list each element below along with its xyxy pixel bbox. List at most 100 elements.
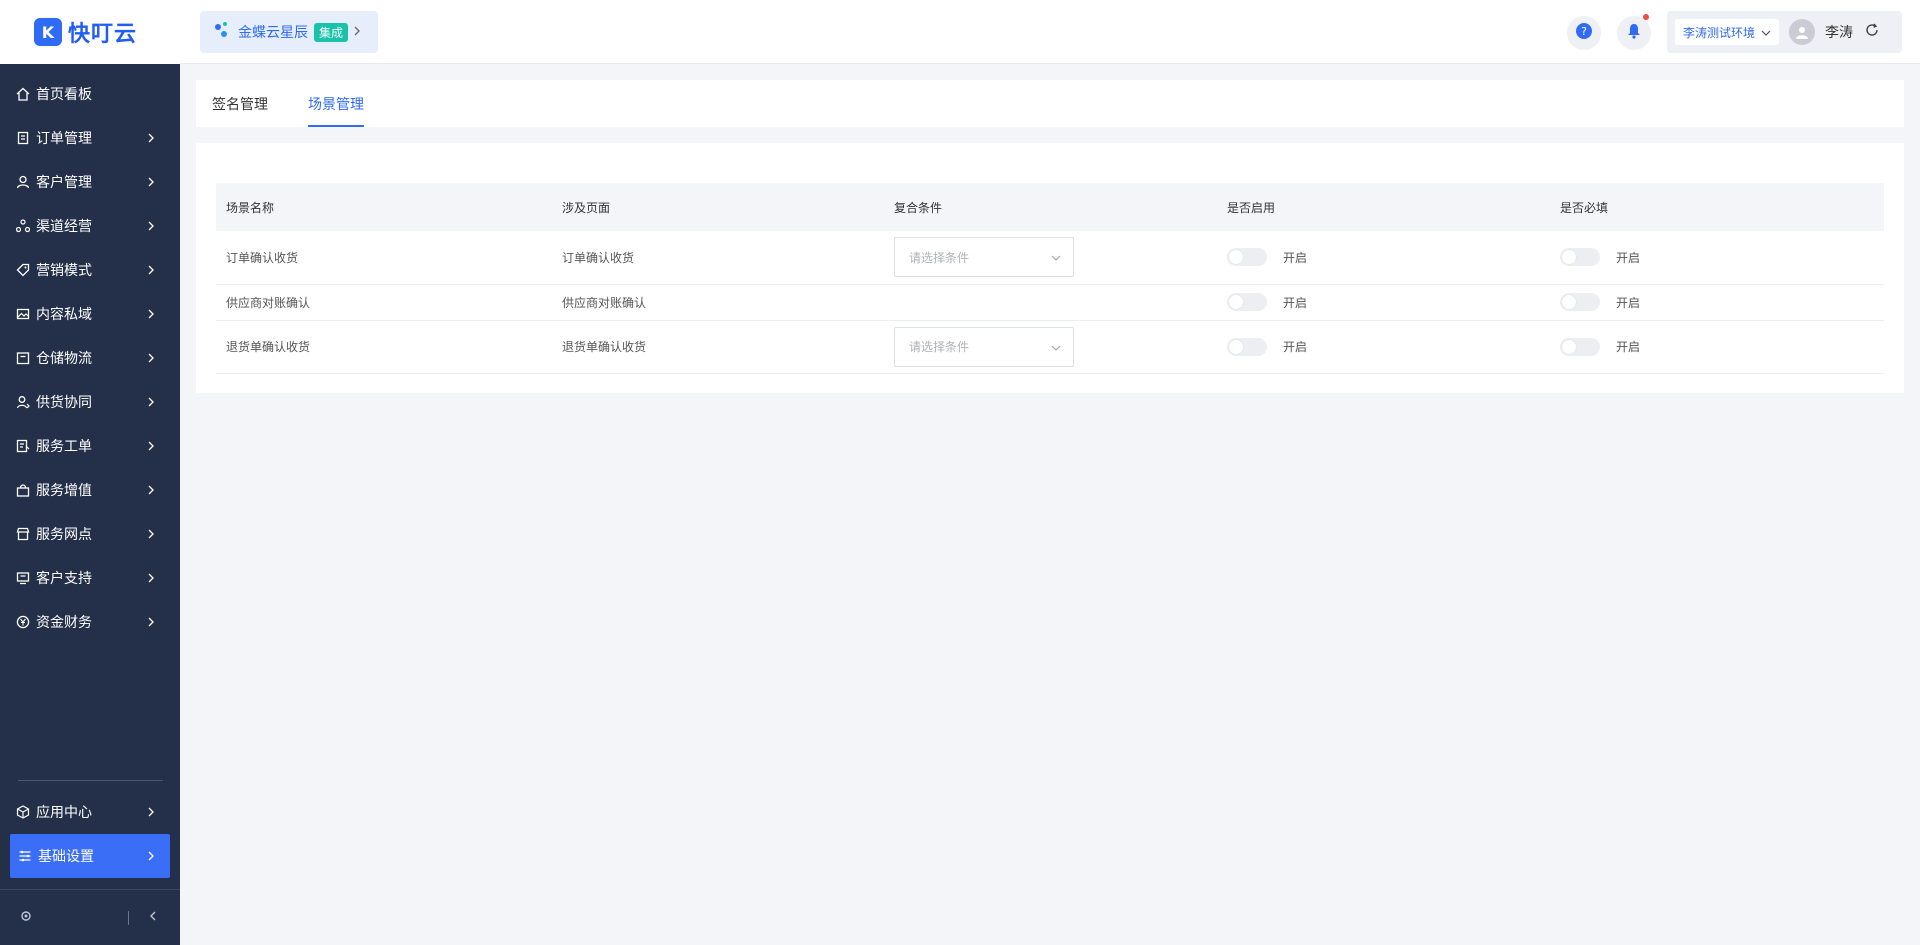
chevron-right-icon xyxy=(354,25,360,40)
tab-scene-management[interactable]: 场景管理 xyxy=(308,80,364,127)
enabled-toggle[interactable] xyxy=(1227,248,1267,267)
chevron-right-icon xyxy=(146,177,156,187)
chevron-right-icon xyxy=(146,441,156,451)
chevron-right-icon xyxy=(146,221,156,231)
condition-select[interactable]: 请选择条件 xyxy=(894,326,1074,367)
chevron-down-icon xyxy=(1761,25,1771,39)
sidebar-item-label: 供货协同 xyxy=(36,395,92,411)
condition-cell: 请选择条件 xyxy=(884,320,1217,374)
tab-signature-management[interactable]: 签名管理 xyxy=(212,80,268,127)
sidebar-item[interactable]: 服务工单 xyxy=(0,424,180,468)
table-row: 退货单确认收货 退货单确认收货 请选择条件 开启 开启 xyxy=(216,320,1884,374)
sidebar-item-label: 服务增值 xyxy=(36,483,92,499)
user-sync-icon xyxy=(16,395,30,409)
org-switcher[interactable]: 金蝶云星辰 集成 xyxy=(200,11,378,53)
enabled-toggle[interactable] xyxy=(1227,293,1267,311)
sidebar-item[interactable]: 渠道经营 xyxy=(0,204,180,248)
page-cell: 供应商对账确认 xyxy=(552,284,884,321)
table-row: 订单确认收货 订单确认收货 请选择条件 开启 开启 xyxy=(216,231,1884,285)
required-toggle[interactable] xyxy=(1560,248,1600,267)
integration-badge: 集成 xyxy=(314,22,349,42)
logo[interactable]: K 快叮云 xyxy=(0,0,180,64)
toggle-knob xyxy=(1562,339,1576,354)
box-icon xyxy=(16,351,30,365)
sidebar-item-label: 应用中心 xyxy=(36,805,92,821)
condition-cell: 请选择条件 xyxy=(884,231,1217,285)
sidebar-nav: 首页看板 订单管理 客户管理渠道经营营销模式内容私域仓储物流供货协同服务工单服务增值… xyxy=(0,64,180,644)
condition-select[interactable]: 请选择条件 xyxy=(894,237,1074,278)
column-header-enabled: 是否启用 xyxy=(1227,200,1276,215)
chevron-right-icon xyxy=(146,807,156,817)
svg-text:?: ? xyxy=(1581,25,1587,38)
table-row: 供应商对账确认 供应商对账确认 开启 开启 xyxy=(216,284,1884,321)
notification-button[interactable] xyxy=(1617,14,1651,50)
chevron-right-icon xyxy=(146,309,156,319)
sidebar-item[interactable]: 资金财务 xyxy=(0,600,180,644)
sidebar-divider xyxy=(18,780,163,781)
required-toggle-label: 开启 xyxy=(1616,295,1641,310)
sidebar-item[interactable]: 内容私域 xyxy=(0,292,180,336)
collapse-sidebar-icon[interactable] xyxy=(149,910,157,925)
enabled-cell: 开启 xyxy=(1217,320,1550,374)
required-toggle[interactable] xyxy=(1560,293,1600,311)
enabled-toggle[interactable] xyxy=(1227,337,1267,356)
clipboard-icon xyxy=(16,131,30,145)
chevron-right-icon xyxy=(146,485,156,495)
column-header-required: 是否必填 xyxy=(1560,200,1609,215)
chevron-right-icon xyxy=(146,529,156,539)
sidebar-item[interactable]: 订单管理 xyxy=(0,116,180,160)
condition-cell xyxy=(884,284,1217,321)
bell-icon xyxy=(1627,23,1641,43)
sidebar-item-label: 服务工单 xyxy=(36,439,92,455)
required-toggle[interactable] xyxy=(1560,337,1600,356)
logo-text: 快叮云 xyxy=(68,22,138,47)
sidebar-item[interactable]: 营销模式 xyxy=(0,248,180,292)
scene-table: 场景名称 涉及页面 复合条件 是否启用 是否必填 订单确认收货 订单确认收货 请… xyxy=(216,183,1884,374)
avatar[interactable] xyxy=(1789,19,1816,45)
sidebar-item-label: 渠道经营 xyxy=(36,219,92,235)
settings-gear-icon[interactable] xyxy=(20,910,32,926)
top-header: 金蝶云星辰 集成 ? 李涛测试环境 李涛 xyxy=(180,0,1920,64)
store-icon xyxy=(16,527,30,541)
help-icon: ? xyxy=(1576,23,1592,43)
image-icon xyxy=(16,307,30,321)
notification-dot xyxy=(1643,14,1649,20)
sidebar-item[interactable]: 仓储物流 xyxy=(0,336,180,380)
user-panel: 李涛测试环境 李涛 xyxy=(1667,11,1902,53)
sidebar-item[interactable]: 基础设置 xyxy=(10,834,170,878)
environment-select[interactable]: 李涛测试环境 xyxy=(1675,19,1780,45)
sidebar-item[interactable]: 客户支持 xyxy=(0,556,180,600)
chevron-right-icon xyxy=(146,397,156,407)
cube-icon xyxy=(16,805,30,819)
sidebar-footer xyxy=(0,889,180,945)
refresh-icon[interactable] xyxy=(1865,23,1879,41)
scene-name-cell: 订单确认收货 xyxy=(216,231,552,285)
toggle-knob xyxy=(1229,250,1243,265)
sidebar-item[interactable]: 服务网点 xyxy=(0,512,180,556)
chevron-right-icon xyxy=(146,353,156,363)
user-name[interactable]: 李涛 xyxy=(1825,22,1853,42)
sidebar-item-label: 内容私域 xyxy=(36,307,92,323)
environment-label: 李涛测试环境 xyxy=(1683,25,1756,40)
sidebar-item[interactable]: 首页看板 xyxy=(0,72,180,116)
scene-table-card: 场景名称 涉及页面 复合条件 是否启用 是否必填 订单确认收货 订单确认收货 请… xyxy=(196,143,1904,393)
table-header-row: 场景名称 涉及页面 复合条件 是否启用 是否必填 xyxy=(216,183,1884,231)
sidebar-item-label: 营销模式 xyxy=(36,263,92,279)
sidebar-item-label: 基础设置 xyxy=(38,849,94,865)
toggle-knob xyxy=(1229,295,1243,309)
org-name: 金蝶云星辰 xyxy=(238,25,308,41)
sidebar-item-label: 服务网点 xyxy=(36,527,92,543)
sidebar-item[interactable]: 应用中心 xyxy=(0,790,180,834)
help-button[interactable]: ? xyxy=(1567,16,1601,50)
enabled-toggle-label: 开启 xyxy=(1283,295,1308,310)
sidebar-item[interactable]: 供货协同 xyxy=(0,380,180,424)
home-icon xyxy=(16,87,30,101)
sidebar-item[interactable]: 服务增值 xyxy=(0,468,180,512)
condition-placeholder: 请选择条件 xyxy=(909,250,970,265)
required-cell: 开启 xyxy=(1550,231,1884,285)
enabled-toggle-label: 开启 xyxy=(1283,250,1308,265)
sidebar-item-label: 资金财务 xyxy=(36,615,92,631)
chevron-down-icon xyxy=(1051,250,1061,264)
sidebar-item[interactable]: 客户管理 xyxy=(0,160,180,204)
required-toggle-label: 开启 xyxy=(1616,340,1641,354)
